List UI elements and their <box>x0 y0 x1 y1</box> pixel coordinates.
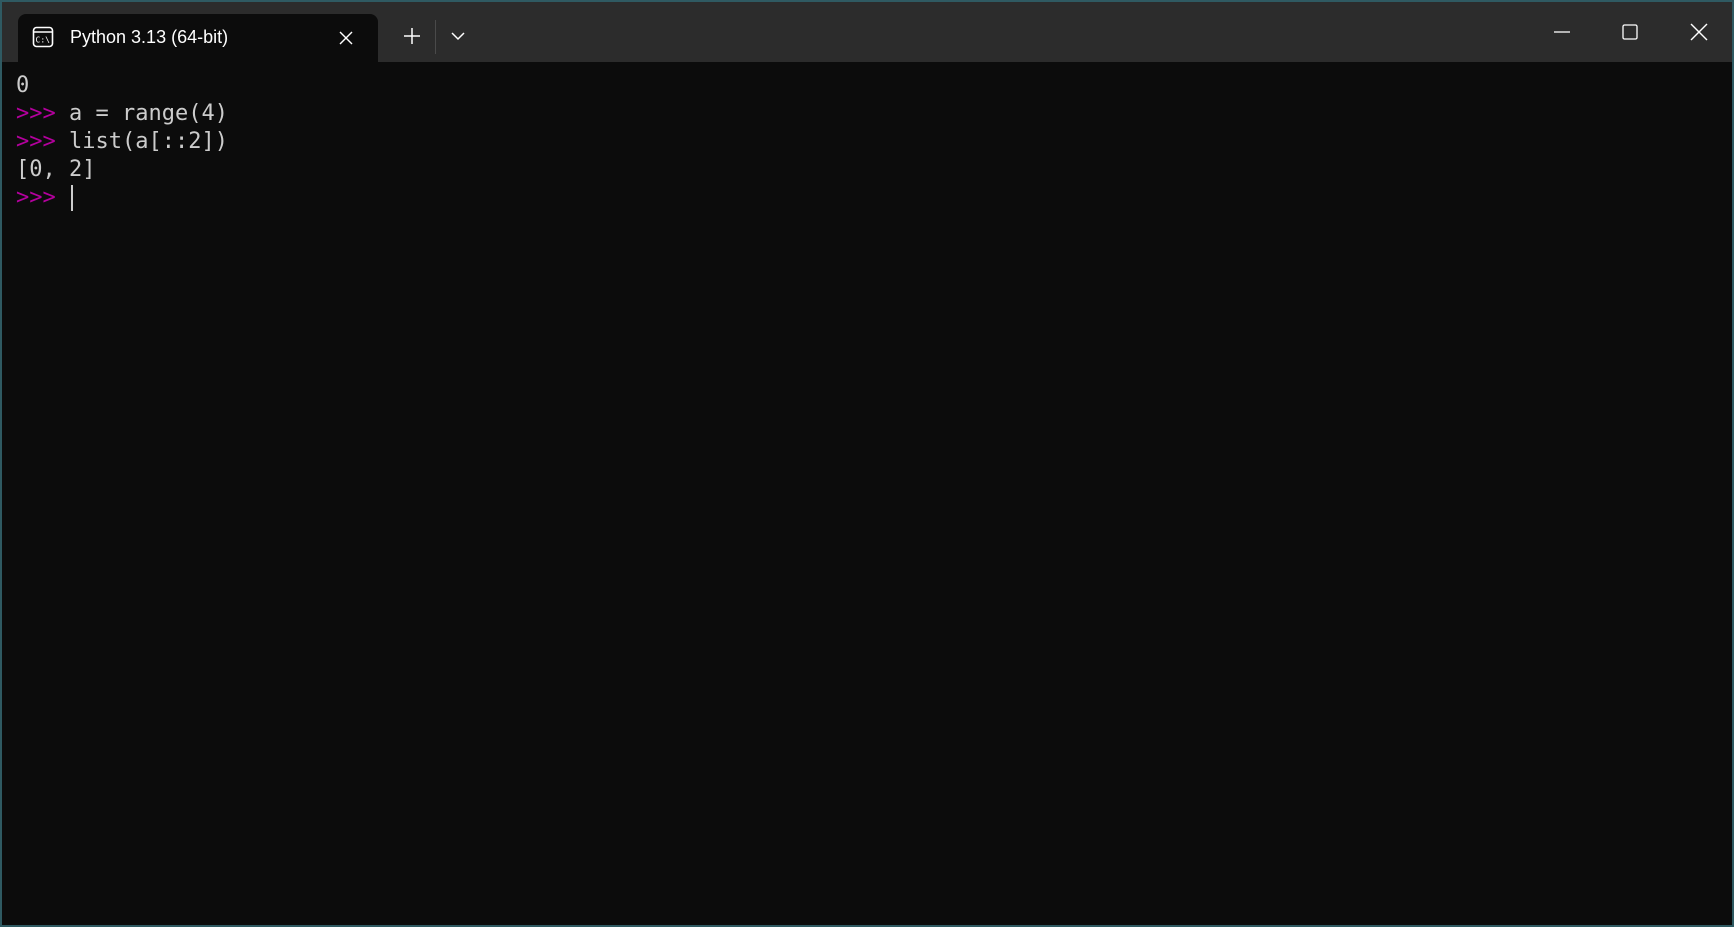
prompt: >>> <box>16 129 56 154</box>
line-text <box>56 185 69 210</box>
tab-close-button[interactable] <box>334 26 358 50</box>
prompt: >>> <box>16 101 56 126</box>
terminal-output[interactable]: 0 >>> a = range(4) >>> list(a[::2]) [0, … <box>2 62 1732 925</box>
tab-separator <box>435 20 436 54</box>
terminal-line: >>> a = range(4) <box>16 100 1732 128</box>
text-cursor <box>71 185 73 211</box>
svg-text:C:\: C:\ <box>36 36 51 45</box>
tab-python[interactable]: C:\ Python 3.13 (64-bit) <box>18 14 378 62</box>
title-bar: C:\ Python 3.13 (64-bit) <box>2 2 1732 62</box>
prompt: >>> <box>16 185 56 210</box>
profile-dropdown-button[interactable] <box>442 20 474 52</box>
chevron-down-icon <box>451 32 465 41</box>
minimize-button[interactable] <box>1528 2 1596 62</box>
terminal-line: >>> list(a[::2]) <box>16 128 1732 156</box>
console-icon: C:\ <box>32 26 54 48</box>
minimize-icon <box>1554 31 1570 33</box>
close-window-button[interactable] <box>1665 2 1732 62</box>
line-text: 0 <box>16 73 30 98</box>
plus-icon <box>404 28 420 44</box>
terminal-line: [0, 2] <box>16 156 1732 184</box>
new-tab-button[interactable] <box>396 20 428 52</box>
line-text: [0, 2] <box>16 157 96 182</box>
line-text: a = range(4) <box>55 101 228 126</box>
maximize-button[interactable] <box>1596 2 1664 62</box>
close-icon <box>339 31 353 45</box>
close-icon <box>1690 23 1708 41</box>
line-text: list(a[::2]) <box>55 129 228 154</box>
maximize-icon <box>1622 24 1638 40</box>
tab-title: Python 3.13 (64-bit) <box>70 27 229 47</box>
terminal-window: C:\ Python 3.13 (64-bit) 0 >>> a = range… <box>0 0 1734 927</box>
terminal-input-line[interactable]: >>> <box>16 184 1732 212</box>
terminal-line: 0 <box>16 72 1732 100</box>
